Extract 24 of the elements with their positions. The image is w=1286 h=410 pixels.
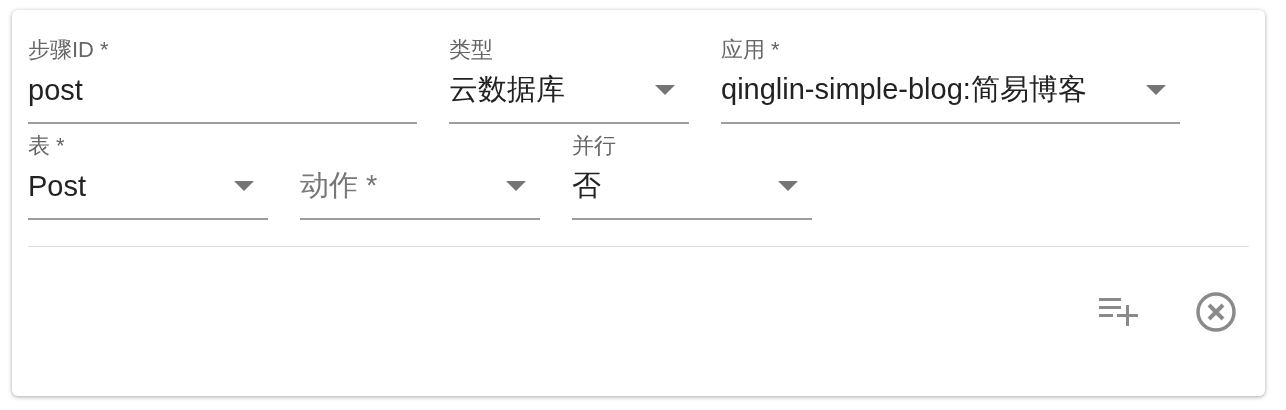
select-field[interactable]: 类型 云数据库	[449, 34, 689, 124]
caret-icon	[1146, 85, 1166, 95]
field-value: post	[28, 73, 83, 107]
field-value: 云数据库	[449, 72, 565, 107]
caret-icon	[506, 181, 526, 191]
field-label: 表 *	[28, 132, 66, 160]
field-label: 类型	[449, 36, 494, 64]
close-icon[interactable]	[1195, 291, 1237, 333]
select-field[interactable]: 应用 * qinglin-simple-blog:简易博客	[721, 34, 1180, 124]
field-label: 应用 *	[721, 36, 781, 64]
caret-icon	[778, 181, 798, 191]
select-field[interactable]: 表 * Post	[28, 130, 268, 220]
caret-icon	[655, 85, 675, 95]
field-value: 否	[572, 168, 601, 203]
playlist-add-icon[interactable]	[1099, 298, 1139, 326]
field-label: 动作 *	[300, 168, 378, 203]
field-value: qinglin-simple-blog:简易博客	[721, 72, 1087, 107]
field-label: 步骤ID *	[28, 36, 110, 64]
input-field[interactable]: 步骤ID * post	[28, 34, 417, 124]
field-label: 并行	[572, 132, 617, 160]
select-field[interactable]: 动作 *	[300, 130, 540, 220]
caret-icon	[234, 181, 254, 191]
select-field[interactable]: 并行 否	[572, 130, 812, 220]
field-value: Post	[28, 169, 87, 203]
